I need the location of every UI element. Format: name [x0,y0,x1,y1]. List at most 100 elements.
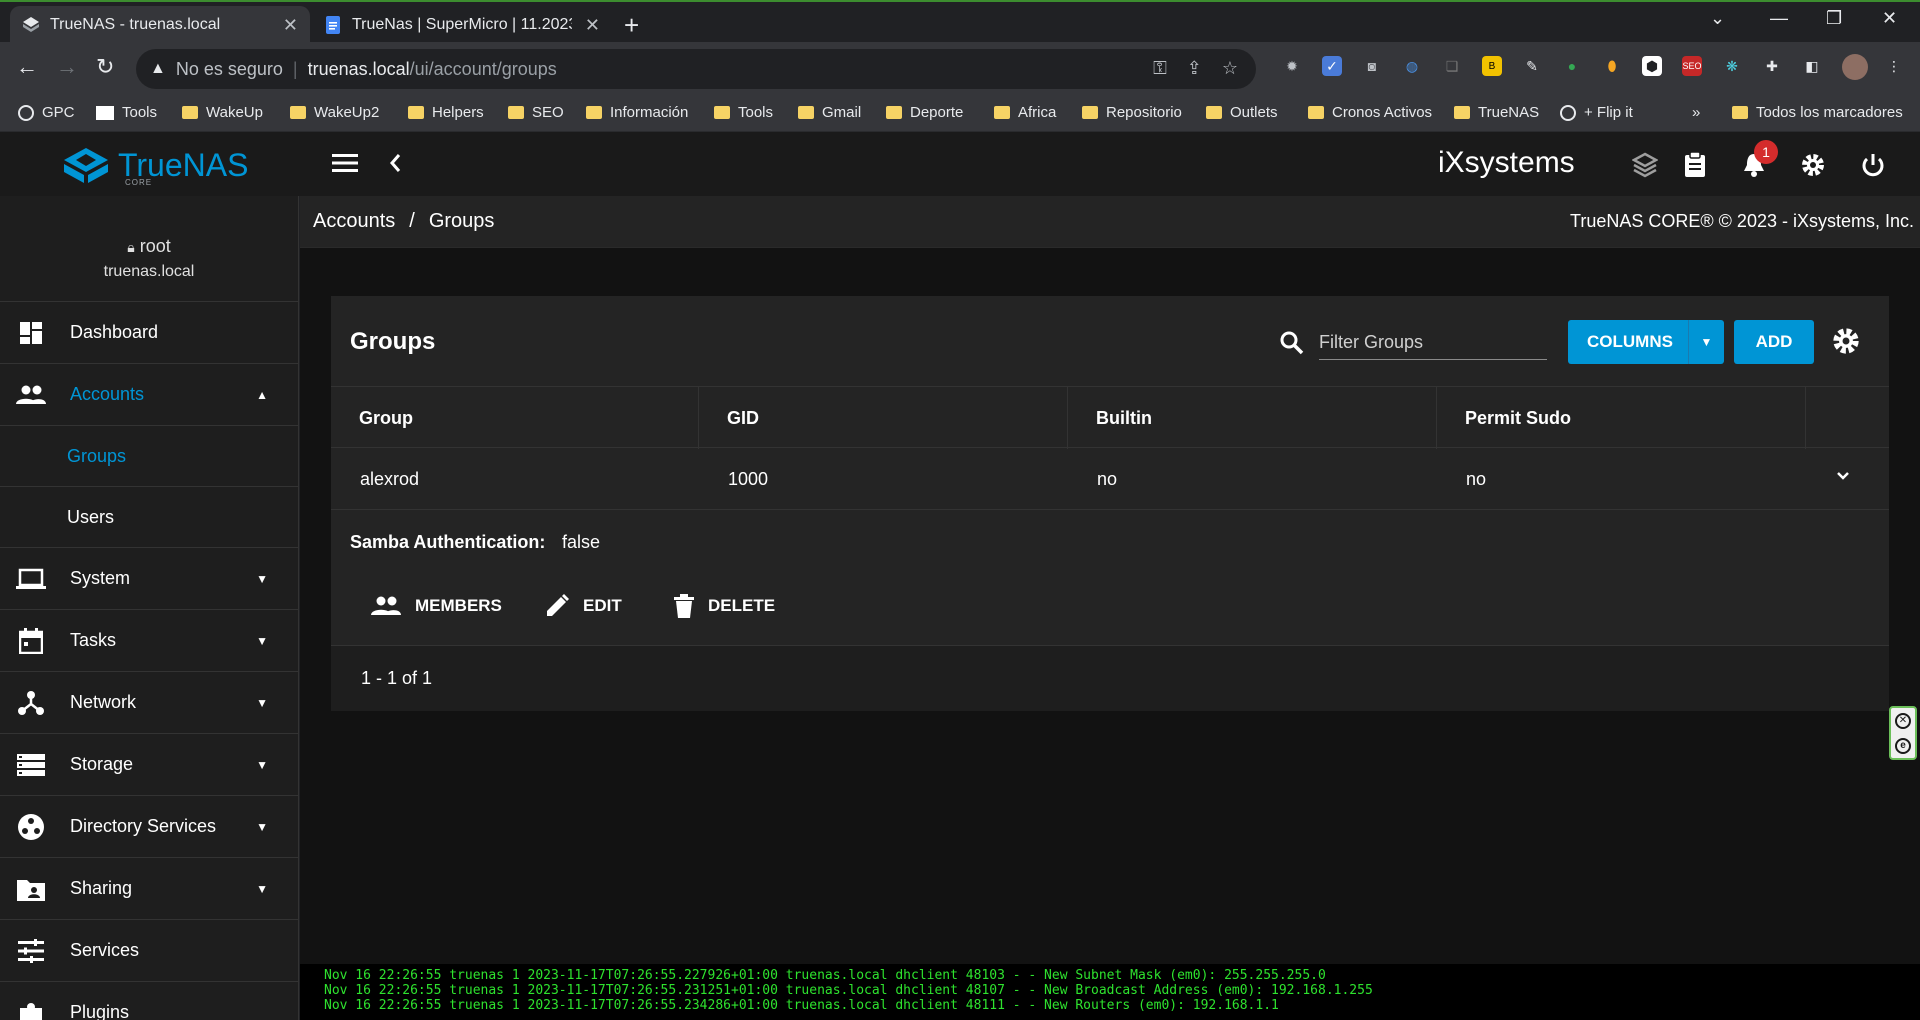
chevron-down-icon[interactable] [1836,468,1850,486]
new-tab-icon[interactable]: + [624,10,639,41]
column-header-builtin[interactable]: Builtin [1068,387,1437,449]
add-group-button[interactable]: ADD [1734,320,1814,364]
chevron-down-icon: ▼ [256,819,268,834]
key-icon[interactable]: ⚿ [1153,58,1167,79]
extension-eyedropper-icon[interactable]: ✎ [1522,56,1542,76]
app-topbar: TrueNAS CORE iXsystems [0,132,1920,196]
bookmark-cronos-activos[interactable]: Cronos Activos [1308,104,1432,121]
sidebar-item-directory-services[interactable]: Directory Services ▼ [0,796,298,858]
cell-group: alexrod [360,468,420,489]
hamburger-menu-icon[interactable] [332,152,358,181]
edit-button[interactable]: EDIT [545,588,622,624]
sidebar-item-groups[interactable]: Groups [0,426,298,487]
extension-green-icon[interactable]: ● [1562,56,1582,76]
sidebar-item-accounts[interactable]: Accounts ▲ [0,364,298,426]
breadcrumb-accounts[interactable]: Accounts [313,210,395,232]
restore-icon[interactable]: ❐ [1826,8,1842,29]
sidebar-item-services[interactable]: Services [0,920,298,982]
bookmark-repositorio[interactable]: Repositorio [1082,104,1182,121]
bookmark-informacion[interactable]: Información [586,104,688,121]
extension-camera-icon[interactable]: ◙ [1362,56,1382,76]
back-icon[interactable]: ← [16,54,38,80]
clipboard-icon[interactable] [1684,151,1706,185]
share-icon[interactable]: ⇪ [1187,58,1202,79]
table-row[interactable]: alexrod 1000 no no [331,448,1889,510]
power-icon[interactable] [1860,152,1886,185]
extension-seo-icon[interactable]: SEO [1682,56,1702,76]
truecommand-icon[interactable] [1631,152,1659,185]
extension-orange-icon[interactable]: ⬮ [1602,56,1622,76]
members-button[interactable]: MEMBERS [371,588,502,624]
sidebar-item-system[interactable]: System ▼ [0,548,298,610]
extension-gear-icon[interactable]: ✹ [1282,56,1302,76]
logo-subtitle: CORE [125,178,153,187]
extension-check-icon[interactable]: ✓ [1322,56,1342,76]
all-bookmarks[interactable]: Todos los marcadores [1732,104,1903,121]
bookmark-wakeup2[interactable]: WakeUp2 [290,104,379,121]
delete-button[interactable]: DELETE [674,588,775,624]
bookmark-flip-it[interactable]: + Flip it [1560,104,1633,121]
sidebar-item-plugins[interactable]: Plugins [0,982,298,1020]
bookmarks-overflow-icon[interactable]: » [1692,104,1700,121]
bookmark-wakeup[interactable]: WakeUp [182,104,263,121]
extension-yellow-icon[interactable]: B [1482,56,1502,76]
bookmark-gpc[interactable]: GPC [18,104,75,121]
truenas-logo[interactable]: TrueNAS [62,146,248,184]
folder-icon [508,106,524,119]
storage-icon [16,750,46,780]
star-icon[interactable]: ☆ [1222,58,1238,79]
browser-tab-truenas[interactable]: TrueNAS - truenas.local ✕ [10,6,310,44]
bookmark-gmail[interactable]: Gmail [798,104,861,121]
close-window-icon[interactable]: ✕ [1882,8,1897,29]
column-header-gid[interactable]: GID [699,387,1068,449]
samba-auth-label: Samba Authentication: [350,532,546,552]
extension-shield-icon[interactable]: ⬢ [1642,56,1662,76]
warning-icon[interactable]: ▲ [150,60,166,78]
columns-button[interactable]: COLUMNS ▼ [1568,320,1724,364]
table-settings-gear-icon[interactable] [1831,326,1861,361]
sidebar-item-tasks[interactable]: Tasks ▼ [0,610,298,672]
extension-copy-icon[interactable]: ❏ [1442,56,1462,76]
columns-dropdown-icon[interactable]: ▼ [1688,320,1724,364]
bookmark-truenas[interactable]: TrueNAS [1454,104,1539,121]
sidebar-item-users[interactable]: Users [0,487,298,548]
sidebar-item-storage[interactable]: Storage ▼ [0,734,298,796]
e-circle-icon[interactable]: e [1895,737,1911,754]
browser-tab-docs[interactable]: TrueNas | SuperMicro | 11.2023 ✕ [312,6,612,44]
sidebar-item-network[interactable]: Network ▼ [0,672,298,734]
sidebar-item-sharing[interactable]: Sharing ▼ [0,858,298,920]
breadcrumb: Accounts / Groups [313,210,495,232]
extension-cyan-icon[interactable]: ❋ [1722,56,1742,76]
address-bar[interactable]: ▲ No es seguro | truenas.local/ui/accoun… [136,49,1256,89]
minimize-icon[interactable]: — [1770,8,1788,29]
bookmark-tools-2[interactable]: Tools [714,104,773,121]
bookmark-helpers[interactable]: Helpers [408,104,484,121]
bookmark-seo[interactable]: SEO [508,104,564,121]
sidebar-item-dashboard[interactable]: Dashboard [0,302,298,364]
copyright-text: TrueNAS CORE® © 2023 - iXsystems, Inc. [1570,211,1914,231]
bookmark-outlets[interactable]: Outlets [1206,104,1278,121]
forward-icon[interactable]: → [56,54,78,80]
folder-icon [1732,106,1748,119]
bookmark-africa[interactable]: Africa [994,104,1056,121]
extensions-puzzle-icon[interactable]: ✚ [1762,56,1782,76]
bookmark-deporte[interactable]: Deporte [886,104,963,121]
close-tab-icon[interactable]: ✕ [585,15,600,36]
side-panel-icon[interactable]: ◧ [1802,56,1822,76]
tab-search-icon[interactable]: ⌄ [1710,8,1725,29]
column-header-permit-sudo[interactable]: Permit Sudo [1437,387,1806,449]
reload-icon[interactable]: ↻ [96,54,114,80]
browser-menu-icon[interactable]: ⋮ [1884,56,1904,76]
calendar-icon [16,626,46,656]
close-tab-icon[interactable]: ✕ [283,15,298,36]
profile-avatar[interactable] [1842,54,1868,80]
close-circle-icon[interactable]: ✕ [1895,712,1911,729]
filter-groups-input[interactable] [1319,326,1547,360]
column-header-group[interactable]: Group [331,387,699,449]
chevron-down-icon: ▼ [256,757,268,772]
collapse-sidebar-icon[interactable] [388,152,402,181]
extension-globe-icon[interactable]: ◍ [1402,56,1422,76]
settings-gear-icon[interactable] [1800,152,1826,185]
bookmark-tools[interactable]: Tools [96,104,157,121]
floating-extension-widget[interactable]: ✕ e [1889,706,1917,760]
